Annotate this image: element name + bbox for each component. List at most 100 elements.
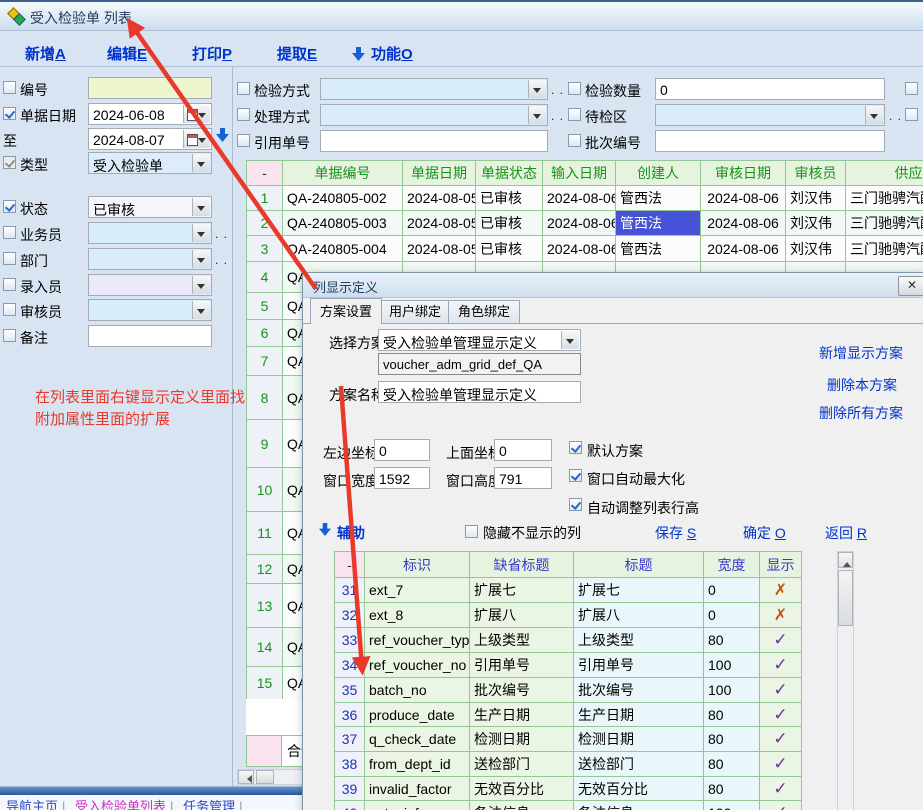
remark-input[interactable]: [88, 325, 212, 347]
tab-user-binding[interactable]: 用户绑定: [379, 300, 451, 323]
table-row[interactable]: 37q_check_date检测日期检测日期80✓: [335, 727, 802, 752]
table-cell[interactable]: ext_7: [365, 578, 470, 603]
table-cell[interactable]: 5: [247, 293, 283, 320]
batch-no-input[interactable]: [655, 130, 885, 152]
calendar-button[interactable]: [183, 105, 210, 123]
table-cell[interactable]: ✓: [760, 628, 802, 653]
table-cell[interactable]: 33: [335, 628, 365, 653]
dialog-scrollbar-thumb[interactable]: [838, 570, 853, 626]
table-cell[interactable]: 备注信息: [574, 801, 704, 810]
table-cell[interactable]: 扩展八: [574, 603, 704, 628]
ref-voucher-no-checkbox[interactable]: [237, 134, 250, 147]
column-header[interactable]: 输入日期: [543, 161, 616, 186]
date-to-date[interactable]: 2024-08-07: [88, 128, 212, 150]
tab-role-binding[interactable]: 角色绑定: [448, 300, 520, 323]
dropdown-button[interactable]: [865, 106, 883, 124]
table-cell[interactable]: 80: [704, 727, 760, 752]
table-cell[interactable]: invalid_factor: [365, 777, 470, 801]
table-cell[interactable]: 刘汉伟: [786, 236, 846, 262]
table-cell[interactable]: 管西法: [616, 186, 701, 211]
table-cell[interactable]: 三门驰骋汽配: [846, 236, 923, 262]
table-row[interactable]: 32ext_8扩展八扩展八0✗: [335, 603, 802, 628]
ok-button[interactable]: 确定 O: [743, 523, 786, 543]
function-button[interactable]: 功能O: [352, 43, 413, 64]
department-select[interactable]: [88, 248, 212, 270]
status-tab-home[interactable]: 导航主页: [6, 796, 58, 810]
column-header[interactable]: 单据日期: [403, 161, 476, 186]
return-button[interactable]: 返回 R: [825, 523, 867, 543]
table-cell[interactable]: ref_voucher_type: [365, 628, 470, 653]
hidden-cross-icon[interactable]: ✗: [774, 607, 787, 624]
column-header[interactable]: -: [335, 552, 365, 578]
visible-check-icon[interactable]: ✓: [773, 680, 787, 699]
table-cell[interactable]: 已审核: [476, 211, 543, 236]
table-cell[interactable]: 2024-08-06: [701, 211, 786, 236]
table-cell[interactable]: 0: [704, 603, 760, 628]
hide-hidden-columns-checkbox[interactable]: [465, 525, 478, 538]
table-cell[interactable]: 100: [704, 678, 760, 703]
delete-scheme-link[interactable]: 删除本方案: [827, 375, 897, 395]
table-cell[interactable]: 送检部门: [470, 752, 574, 777]
table-cell[interactable]: 80: [704, 703, 760, 727]
table-cell[interactable]: 4: [247, 262, 283, 293]
salesman-checkbox[interactable]: [3, 226, 16, 239]
new-button[interactable]: 新增A: [25, 43, 66, 64]
table-cell[interactable]: 2024-08-05: [403, 186, 476, 211]
auditor-select[interactable]: [88, 299, 212, 321]
inspect-qty-input[interactable]: 0: [655, 78, 885, 100]
table-row[interactable]: 40note_info备注信息备注信息100✓: [335, 801, 802, 810]
print-button[interactable]: 打印P: [192, 43, 232, 64]
column-header[interactable]: -: [247, 161, 283, 186]
column-header[interactable]: 审核日期: [701, 161, 786, 186]
table-row[interactable]: 1QA-240805-0022024-08-05已审核2024-08-06管西法…: [247, 186, 923, 211]
window-height-input[interactable]: 791: [494, 467, 552, 489]
visible-check-icon[interactable]: ✓: [773, 705, 787, 724]
window-width-input[interactable]: 1592: [374, 467, 430, 489]
visible-check-icon[interactable]: ✓: [773, 630, 787, 649]
close-icon[interactable]: ✕: [898, 276, 923, 296]
table-cell[interactable]: 送检部门: [574, 752, 704, 777]
table-cell[interactable]: 已审核: [476, 186, 543, 211]
table-row[interactable]: 33ref_voucher_type上级类型上级类型80✓: [335, 628, 802, 653]
column-header[interactable]: 宽度: [704, 552, 760, 578]
pending-area-edge-checkbox[interactable]: [905, 108, 918, 121]
handle-method-checkbox[interactable]: [237, 108, 250, 121]
table-cell[interactable]: 2: [247, 211, 283, 236]
tab-scheme-settings[interactable]: 方案设置: [310, 298, 382, 324]
remark-checkbox[interactable]: [3, 329, 16, 342]
table-cell[interactable]: ✓: [760, 801, 802, 810]
table-cell[interactable]: ✓: [760, 703, 802, 727]
table-row[interactable]: 3QA-240805-0042024-08-05已审核2024-08-06管西法…: [247, 236, 923, 262]
edit-button[interactable]: 编辑E: [107, 43, 147, 64]
table-cell[interactable]: 引用单号: [470, 653, 574, 678]
scroll-left-button[interactable]: [238, 770, 254, 784]
table-cell[interactable]: 6: [247, 320, 283, 347]
save-button[interactable]: 保存 S: [655, 523, 696, 543]
inspect-method-select[interactable]: [320, 78, 548, 100]
handle-method-select[interactable]: [320, 104, 548, 126]
table-cell[interactable]: note_info: [365, 801, 470, 810]
add-scheme-link[interactable]: 新增显示方案: [819, 343, 903, 363]
table-cell[interactable]: 管西法: [616, 236, 701, 262]
pending-area-select[interactable]: [655, 104, 885, 126]
table-cell[interactable]: QA-240805-002: [283, 186, 403, 211]
table-cell[interactable]: 无效百分比: [574, 777, 704, 801]
select-scheme-select[interactable]: 受入检验单管理显示定义: [378, 329, 581, 351]
type-select[interactable]: 受入检验单: [88, 152, 212, 174]
table-cell[interactable]: 2024-08-06: [701, 236, 786, 262]
table-cell[interactable]: 31: [335, 578, 365, 603]
table-cell[interactable]: 11: [247, 512, 283, 555]
column-header[interactable]: 审核员: [786, 161, 846, 186]
calendar-button[interactable]: [183, 130, 210, 148]
auto-maximize-checkbox[interactable]: [569, 469, 582, 482]
column-header[interactable]: 标题: [574, 552, 704, 578]
table-cell[interactable]: 15: [247, 667, 283, 700]
pending-area-checkbox[interactable]: [568, 108, 581, 121]
table-cell[interactable]: 批次编号: [574, 678, 704, 703]
table-row[interactable]: 2QA-240805-0032024-08-05已审核2024-08-06管西法…: [247, 211, 923, 236]
table-row[interactable]: 36produce_date生产日期生产日期80✓: [335, 703, 802, 727]
table-cell[interactable]: 引用单号: [574, 653, 704, 678]
left-coord-input[interactable]: 0: [374, 439, 430, 461]
visible-check-icon[interactable]: ✓: [773, 729, 787, 748]
table-cell[interactable]: 32: [335, 603, 365, 628]
